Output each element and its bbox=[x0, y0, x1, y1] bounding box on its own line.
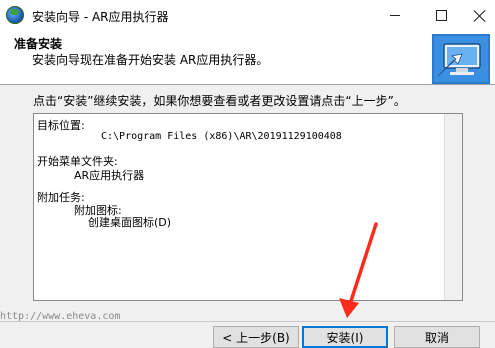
title-bar: 安装向导 - AR应用执行器 bbox=[0, 0, 495, 32]
close-icon bbox=[474, 10, 486, 22]
close-button[interactable] bbox=[464, 0, 495, 31]
memo-scrollbar[interactable] bbox=[444, 114, 462, 300]
tasks-value: 创建桌面图标(D) bbox=[88, 216, 172, 229]
page-title: 准备安装 bbox=[14, 37, 63, 51]
back-button[interactable]: < 上一步(B) bbox=[213, 326, 299, 348]
wizard-header: 准备安装 安装向导现在准备开始安装 AR应用执行器。 bbox=[0, 31, 495, 85]
start-menu-value: AR应用执行器 bbox=[74, 169, 145, 182]
summary-memo[interactable]: 目标位置: C:\Program Files (x86)\AR\20191129… bbox=[33, 113, 463, 301]
target-label: 目标位置: bbox=[37, 119, 85, 132]
maximize-icon bbox=[435, 10, 447, 21]
window-title: 安装向导 - AR应用执行器 bbox=[32, 10, 169, 24]
instruction-text: 点击“安装”继续安装，如果你想要查看或者更改设置请点击“上一步”。 bbox=[33, 94, 406, 108]
cancel-button[interactable]: 取消 bbox=[394, 326, 480, 348]
page-subtitle: 安装向导现在准备开始安装 AR应用执行器。 bbox=[32, 53, 269, 67]
minimize-button[interactable] bbox=[372, 0, 418, 31]
install-button[interactable]: 安装(I) bbox=[302, 326, 388, 348]
computer-setup-icon bbox=[432, 34, 490, 84]
footer-divider bbox=[0, 321, 495, 322]
target-value: C:\Program Files (x86)\AR\20191129100408 bbox=[101, 131, 342, 142]
maximize-button[interactable] bbox=[418, 0, 464, 31]
app-globe-icon bbox=[6, 6, 24, 24]
minimize-icon bbox=[390, 15, 400, 16]
